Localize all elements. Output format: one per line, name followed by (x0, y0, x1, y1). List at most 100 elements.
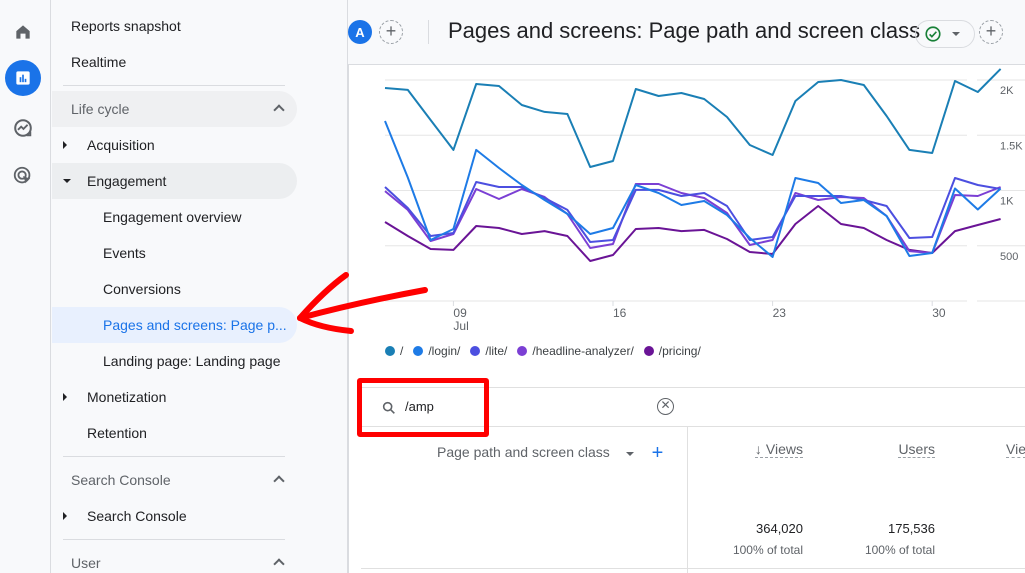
section-label: Search Console (71, 472, 171, 488)
rail-explore[interactable] (5, 110, 41, 146)
table-row-divider (361, 568, 1025, 569)
rail-home[interactable] (5, 14, 41, 50)
add-comparison-button[interactable]: + (379, 20, 403, 44)
x-tick-label: 23 (773, 306, 787, 320)
line-chart: 500 1K 1.5K 2K 09Jul 16 23 30 (384, 68, 1025, 333)
nav-label: Engagement overview (103, 209, 242, 225)
caret-right-icon (63, 512, 67, 520)
comparison-avatar[interactable]: A (348, 20, 372, 44)
nav-engagement[interactable]: Engagement (52, 163, 297, 199)
explore-trend-icon (14, 119, 32, 137)
section-label: User (71, 555, 101, 571)
total-views: 364,020 (756, 521, 803, 536)
nav-label: Conversions (103, 281, 181, 297)
x-tick-label: 09 (453, 306, 467, 320)
nav-label: Landing page: Landing page (103, 353, 281, 369)
legend-label: / (400, 344, 404, 358)
y-tick-label: 1.5K (1000, 140, 1023, 152)
nav-landing-page[interactable]: Landing page: Landing page (52, 343, 297, 379)
header-divider (428, 20, 429, 44)
legend-dot (517, 346, 528, 356)
legend-item[interactable]: /login/ (413, 344, 460, 358)
legend-label: /headline-analyzer/ (532, 344, 634, 358)
table-column-divider (687, 427, 688, 573)
rail-reports[interactable] (5, 60, 41, 96)
chart-legend: / /login/ /lite/ /headline-analyzer/ /pr… (385, 344, 701, 358)
nav-label: Search Console (87, 508, 187, 524)
x-tick-label: 16 (613, 306, 627, 320)
nav-conversions[interactable]: Conversions (52, 271, 297, 307)
icon-rail (0, 0, 51, 573)
total-views-pct: 100% of total (732, 543, 803, 557)
nav-section-search-console[interactable]: Search Console (52, 462, 297, 498)
nav-divider (63, 85, 285, 86)
nav-reports-snapshot[interactable]: Reports snapshot (52, 8, 297, 44)
sort-arrow-down-icon: ↓ (754, 441, 762, 457)
column-label: Views (765, 441, 803, 457)
home-icon (16, 25, 30, 39)
report-card: 500 1K 1.5K 2K 09 Jul 16 23 30 / /login/ /lite/ … (348, 65, 1025, 573)
check-circle-icon (925, 26, 941, 42)
target-cursor-icon (13, 166, 31, 184)
dimension-column-header[interactable]: Page path and screen class + (437, 442, 663, 465)
nav-realtime[interactable]: Realtime (52, 44, 297, 80)
legend-item[interactable]: /lite/ (470, 344, 507, 358)
nav-divider (63, 456, 285, 457)
y-tick-label: 2K (1000, 85, 1014, 97)
column-header-views-per-user[interactable]: Vie (1006, 441, 1025, 458)
add-dimension-button[interactable]: + (652, 442, 664, 464)
nav-section-life-cycle[interactable]: Life cycle (52, 91, 297, 127)
legend-label: /pricing/ (658, 344, 701, 358)
nav-divider (63, 539, 285, 540)
nav-label: Retention (87, 425, 147, 441)
nav-search-console[interactable]: Search Console (52, 498, 297, 534)
caret-down-icon (63, 179, 71, 183)
x-tick-label: 30 (932, 306, 946, 320)
legend-dot (470, 346, 481, 356)
report-header: A + Pages and screens: Page path and scr… (348, 0, 1025, 65)
chevron-up-icon (273, 475, 285, 487)
nav-label: Monetization (87, 389, 167, 405)
x-tick-sublabel: Jul (453, 319, 468, 333)
report-status-dropdown[interactable] (915, 20, 975, 48)
nav-events[interactable]: Events (52, 235, 297, 271)
chevron-down-icon (952, 32, 960, 36)
legend-item[interactable]: / (385, 344, 403, 358)
dimension-header-label: Page path and screen class (437, 444, 610, 461)
legend-item[interactable]: /pricing/ (643, 344, 701, 358)
nav-retention[interactable]: Retention (52, 415, 297, 451)
caret-right-icon (63, 141, 67, 149)
total-users: 175,536 (888, 521, 935, 536)
column-label: Vie (1006, 441, 1025, 457)
chevron-down-icon (625, 451, 634, 456)
nav-label: Acquisition (87, 137, 155, 153)
legend-item[interactable]: /headline-analyzer/ (517, 344, 634, 358)
nav-label: Events (103, 245, 146, 261)
nav-label: Realtime (71, 54, 127, 70)
nav-section-user[interactable]: User (52, 545, 297, 573)
total-users-pct: 100% of total (864, 543, 935, 557)
y-tick-label: 1K (1000, 196, 1014, 208)
caret-right-icon (63, 393, 67, 401)
page-title: Pages and screens: Page path and screen … (448, 18, 921, 43)
legend-label: /lite/ (485, 344, 508, 358)
nav-label: Pages and screens: Page p... (103, 317, 287, 333)
nav-monetization[interactable]: Monetization (52, 379, 297, 415)
legend-label: /login/ (428, 344, 461, 358)
clear-search-button[interactable]: ✕ (657, 398, 674, 415)
column-header-users[interactable]: Users (898, 441, 935, 458)
nav-acquisition[interactable]: Acquisition (52, 127, 297, 163)
nav-pages-and-screens[interactable]: Pages and screens: Page p... (52, 307, 297, 343)
add-report-button[interactable]: + (979, 20, 1003, 44)
nav-label: Reports snapshot (71, 18, 181, 34)
section-label: Life cycle (71, 101, 130, 117)
rail-advertising[interactable] (5, 158, 41, 194)
nav-engagement-overview[interactable]: Engagement overview (52, 199, 297, 235)
legend-dot (385, 346, 395, 356)
annotation-highlight-box (357, 378, 489, 437)
column-header-views[interactable]: ↓ Views (754, 441, 803, 458)
y-tick-label: 500 (1000, 251, 1018, 263)
clear-circle-icon: ✕ (660, 398, 671, 412)
series-line-lite[interactable] (384, 177, 1001, 243)
series-line-root[interactable] (384, 68, 1002, 168)
